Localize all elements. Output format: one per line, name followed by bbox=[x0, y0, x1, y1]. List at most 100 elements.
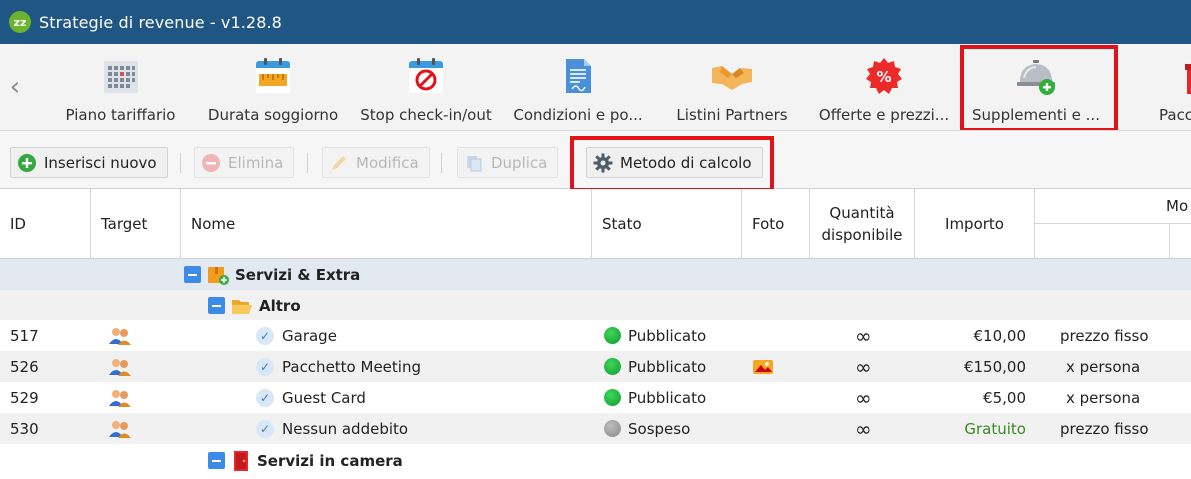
tab-piano-tariffario[interactable]: Piano tariffario bbox=[65, 44, 176, 130]
cell-status: Pubblicato bbox=[628, 388, 707, 407]
toolbar-separator bbox=[180, 153, 181, 173]
collapse-toggle-icon[interactable] bbox=[184, 266, 201, 283]
cell-quantity: ∞ bbox=[855, 323, 872, 348]
checkmark-icon: ✓ bbox=[256, 326, 274, 345]
cell-mode: x persona bbox=[1066, 357, 1141, 376]
cell-amount: €5,00 bbox=[983, 388, 1026, 407]
gift-icon bbox=[1173, 54, 1191, 98]
cell-amount: €10,00 bbox=[973, 326, 1027, 345]
tab-label: Pacc bbox=[1159, 106, 1191, 124]
tab-label: Condizioni e po... bbox=[513, 106, 643, 124]
tab-pacchetti[interactable]: Pacc bbox=[1158, 44, 1191, 130]
group-row-altro[interactable]: Altro bbox=[0, 290, 1191, 321]
folder-open-icon bbox=[231, 297, 253, 315]
calc-method-button[interactable]: Metodo di calcolo bbox=[586, 147, 763, 178]
cell-quantity: ∞ bbox=[855, 416, 872, 441]
column-header-status[interactable]: Stato bbox=[592, 189, 742, 259]
add-circle-icon bbox=[17, 153, 37, 173]
door-icon bbox=[231, 450, 251, 472]
group-title: Servizi in camera bbox=[257, 451, 403, 470]
cell-name: Nessun addebito bbox=[282, 419, 409, 438]
document-icon bbox=[556, 54, 600, 98]
collapse-toggle-icon[interactable] bbox=[208, 452, 225, 469]
calendar-ruler-icon bbox=[251, 54, 295, 98]
ribbon: ‹ Piano tariffario Durata soggiorno Stop… bbox=[0, 44, 1191, 131]
cell-id: 529 bbox=[10, 388, 39, 407]
toolbar-separator bbox=[307, 153, 308, 173]
table-row[interactable]: 517 ✓ Garage Pubblicato ∞ €10,00 prezzo … bbox=[0, 320, 1191, 351]
delete-label: Elimina bbox=[228, 153, 284, 172]
tab-label: Stop check-in/out bbox=[360, 106, 492, 124]
group-title: Servizi & Extra bbox=[235, 265, 361, 284]
group-row-servizi-camera[interactable]: Servizi in camera bbox=[0, 445, 1191, 476]
table-row[interactable]: 529 ✓ Guest Card Pubblicato ∞ €5,00 x pe… bbox=[0, 382, 1191, 413]
column-group-header: Mo bbox=[1035, 189, 1191, 224]
app-logo-icon: zz bbox=[9, 11, 31, 33]
group-row-servizi-extra[interactable]: Servizi & Extra bbox=[0, 259, 1191, 290]
column-header-amount[interactable]: Importo bbox=[915, 189, 1035, 259]
users-icon bbox=[108, 382, 132, 413]
cell-status: Pubblicato bbox=[628, 326, 707, 345]
delete-button[interactable]: Elimina bbox=[194, 147, 295, 178]
column-header-id[interactable]: ID bbox=[0, 189, 91, 259]
percent-badge-icon: % bbox=[862, 54, 906, 98]
edit-button[interactable]: Modifica bbox=[322, 147, 430, 178]
status-published-icon bbox=[604, 327, 621, 344]
cell-id: 530 bbox=[10, 419, 39, 438]
cell-name: Pacchetto Meeting bbox=[282, 357, 421, 376]
cell-status: Pubblicato bbox=[628, 357, 707, 376]
tab-label: Piano tariffario bbox=[65, 106, 176, 124]
cell-name: Garage bbox=[282, 326, 337, 345]
cell-mode: x persona bbox=[1066, 388, 1141, 407]
service-bell-icon bbox=[1014, 54, 1058, 98]
cell-id: 517 bbox=[10, 326, 39, 345]
column-header-name[interactable]: Nome bbox=[181, 189, 592, 259]
column-header-mode[interactable]: Mo bbox=[1166, 197, 1188, 215]
tab-condizioni[interactable]: Condizioni e po... bbox=[513, 44, 643, 130]
calc-method-label: Metodo di calcolo bbox=[620, 153, 752, 172]
tab-label: Supplementi e ... bbox=[972, 106, 1100, 124]
calendar-grid-icon bbox=[99, 54, 143, 98]
photo-icon[interactable] bbox=[752, 351, 774, 382]
tab-offerte[interactable]: % Offerte e prezzi... bbox=[818, 44, 950, 130]
cell-amount: Gratuito bbox=[964, 419, 1026, 438]
insert-new-label: Inserisci nuovo bbox=[44, 153, 157, 172]
status-published-icon bbox=[604, 389, 621, 406]
column-header-target[interactable]: Target bbox=[91, 189, 181, 259]
gear-icon bbox=[593, 153, 613, 173]
handshake-icon bbox=[710, 54, 754, 98]
duplicate-button[interactable]: Duplica bbox=[457, 147, 559, 178]
collapse-toggle-icon[interactable] bbox=[208, 297, 225, 314]
tab-label: Listini Partners bbox=[676, 106, 788, 124]
cell-mode: prezzo fisso bbox=[1060, 419, 1149, 438]
tab-supplementi[interactable]: Supplementi e ... bbox=[972, 44, 1100, 130]
cell-mode: prezzo fisso bbox=[1060, 326, 1149, 345]
tab-durata-soggiorno[interactable]: Durata soggiorno bbox=[207, 44, 339, 130]
title-bar: zz Strategie di revenue - v1.28.8 bbox=[0, 0, 1191, 44]
tab-label: Offerte e prezzi... bbox=[818, 106, 950, 124]
copy-icon bbox=[464, 153, 484, 173]
users-icon bbox=[108, 413, 132, 444]
toolbar-separator bbox=[441, 153, 442, 173]
cell-amount: €150,00 bbox=[963, 357, 1026, 376]
tab-label: Durata soggiorno bbox=[207, 106, 339, 124]
window-title: Strategie di revenue - v1.28.8 bbox=[39, 12, 282, 32]
tab-stop-checkin[interactable]: Stop check-in/out bbox=[360, 44, 492, 130]
column-header-quantity[interactable]: Quantità disponibile bbox=[810, 189, 915, 259]
cell-quantity: ∞ bbox=[855, 354, 872, 379]
users-icon bbox=[108, 320, 132, 351]
status-published-icon bbox=[604, 358, 621, 375]
ribbon-scroll-left-icon[interactable]: ‹ bbox=[4, 72, 26, 102]
cell-id: 526 bbox=[10, 357, 39, 376]
status-suspended-icon bbox=[604, 420, 621, 437]
toolbar: Inserisci nuovo Elimina Modifica Duplica bbox=[0, 131, 1191, 192]
cell-quantity: ∞ bbox=[855, 385, 872, 410]
grid-header: ID Target Nome Stato Foto Quantità dispo… bbox=[0, 189, 1191, 259]
insert-new-button[interactable]: Inserisci nuovo bbox=[10, 147, 168, 178]
tab-listini-partners[interactable]: Listini Partners bbox=[676, 44, 788, 130]
table-row[interactable]: 530 ✓ Nessun addebito Sospeso ∞ Gratuito… bbox=[0, 413, 1191, 444]
table-row[interactable]: 526 ✓ Pacchetto Meeting Pubblicato ∞ €15… bbox=[0, 351, 1191, 382]
column-header-photo[interactable]: Foto bbox=[742, 189, 810, 259]
cell-status: Sospeso bbox=[628, 419, 691, 438]
svg-text:%: % bbox=[876, 68, 891, 86]
